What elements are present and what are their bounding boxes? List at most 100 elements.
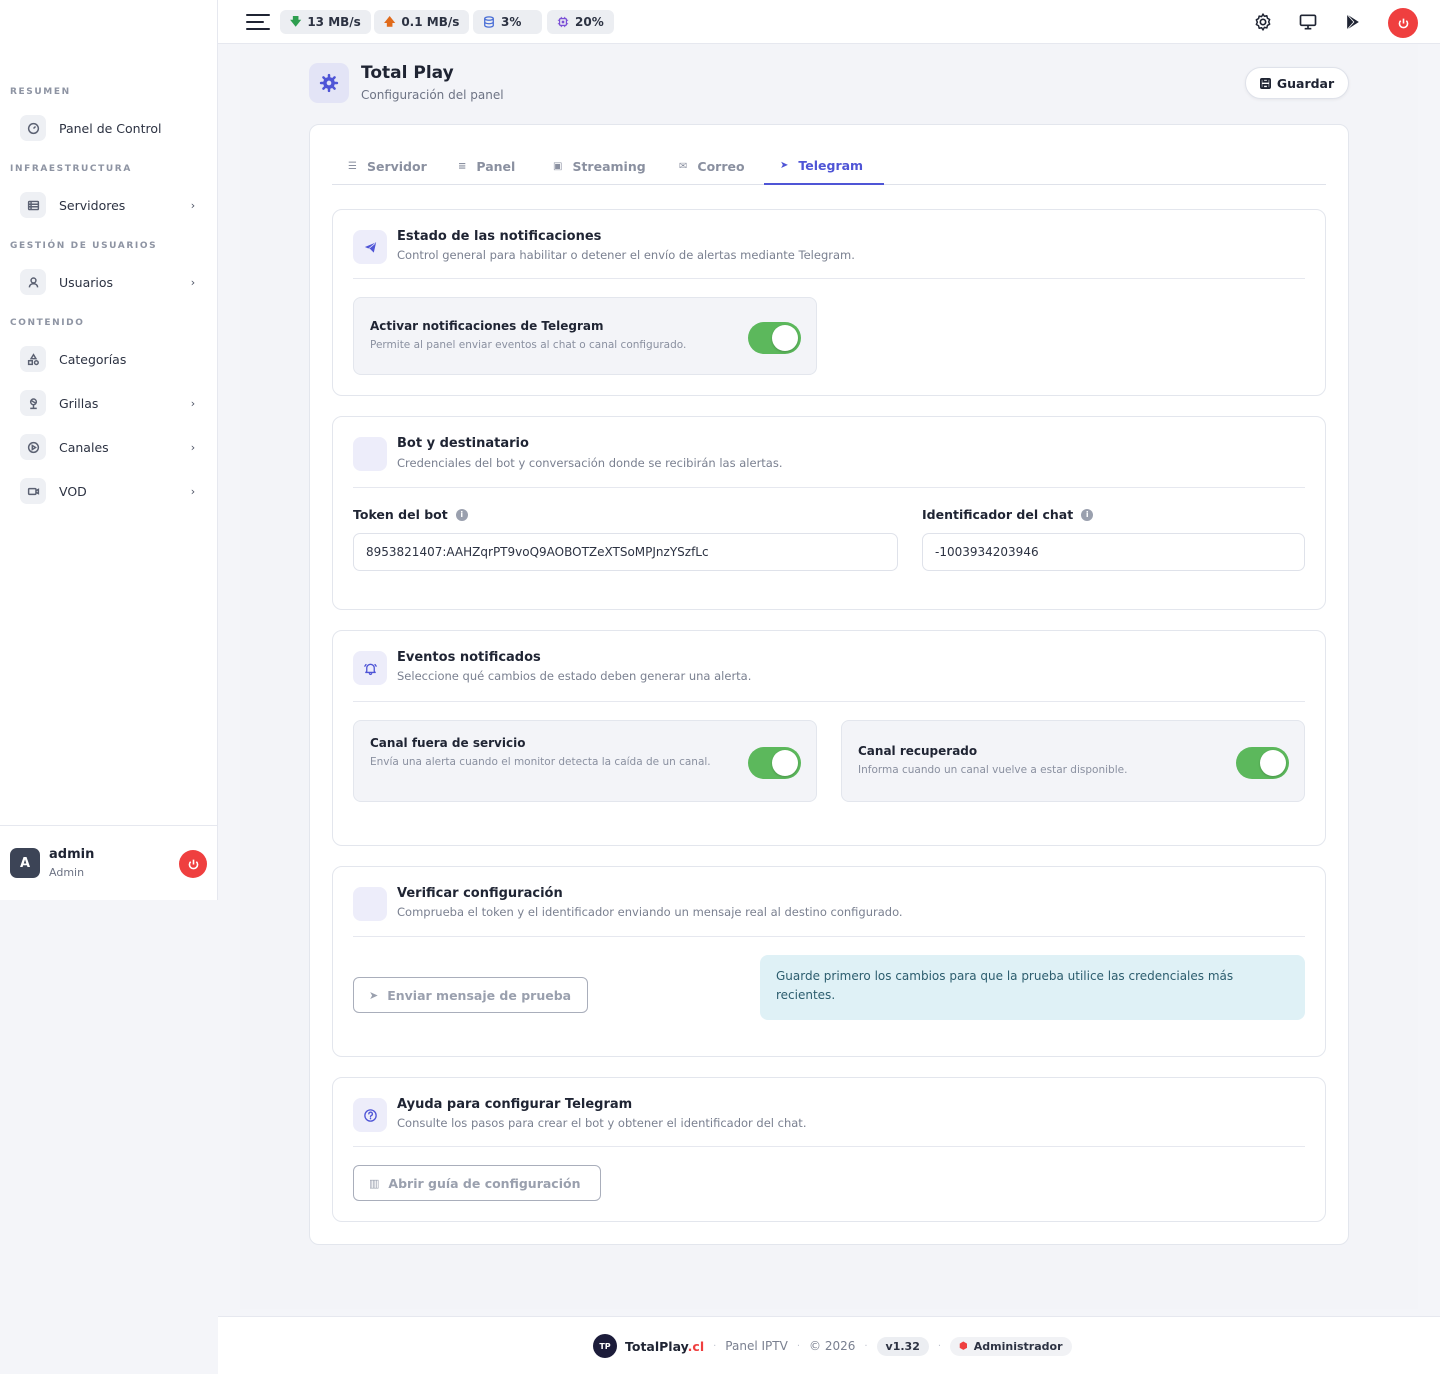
- brand-name-main: TotalPlay: [625, 1338, 688, 1354]
- sidebar-item-usuarios[interactable]: Usuarios ›: [20, 267, 200, 297]
- panel-description: Control general para habilitar o detener…: [397, 248, 855, 262]
- database-icon: [484, 16, 494, 28]
- tab-streaming[interactable]: ▣ Streaming: [553, 147, 646, 185]
- tab-servidor[interactable]: ☰ Servidor: [348, 147, 427, 185]
- notifications-status-panel: Estado de las notificaciones Control gen…: [332, 209, 1326, 396]
- panel-description: Consulte los pasos para crear el bot y o…: [397, 1116, 807, 1130]
- verify-panel: Verificar configuración Comprueba el tok…: [332, 866, 1326, 1057]
- settings-icon: [1255, 13, 1271, 31]
- dashboard-icon: [20, 115, 46, 141]
- brand-name: TotalPlay.cl: [625, 1339, 704, 1354]
- sidebar-item-canales[interactable]: Canales ›: [20, 432, 200, 462]
- video-icon: [20, 478, 46, 504]
- switch-knob: [772, 750, 798, 776]
- button-label: Abrir guía de configuración: [388, 1175, 581, 1191]
- sidebar-item-label: Servidores: [59, 197, 126, 213]
- chat-id-input[interactable]: [922, 533, 1305, 571]
- stream-icon: ▣: [553, 160, 563, 172]
- divider: [353, 701, 1305, 702]
- sidebar-item-servidores[interactable]: Servidores ›: [20, 190, 200, 220]
- footer: TP TotalPlay.cl · Panel IPTV · © 2026 · …: [218, 1316, 1440, 1374]
- telegram-icon: [353, 230, 387, 264]
- info-icon[interactable]: i: [1081, 508, 1094, 521]
- logout-button[interactable]: [179, 850, 207, 878]
- save-icon: [1259, 77, 1271, 89]
- power-icon: [188, 859, 198, 869]
- telegram-notifications-switch[interactable]: [748, 322, 801, 354]
- mail-icon: ✉: [679, 160, 688, 172]
- settings-icon: [309, 63, 349, 103]
- toggle-description: Informa cuando un canal vuelve a estar d…: [858, 764, 1128, 776]
- bot-recipient-panel: Bot y destinatario Credenciales del bot …: [332, 416, 1326, 610]
- chevron-right-icon: ›: [190, 484, 196, 498]
- panel-title: Bot y destinatario: [397, 436, 529, 451]
- shapes-icon: [20, 346, 46, 372]
- download-speed-value: 13 MB/s: [307, 15, 361, 29]
- panel-title: Ayuda para configurar Telegram: [397, 1097, 633, 1112]
- panel-title: Eventos notificados: [397, 650, 541, 665]
- monitor-button[interactable]: [1296, 10, 1320, 34]
- sidebar-item-grillas[interactable]: Grillas ›: [20, 388, 200, 418]
- grid-icon: [20, 390, 46, 416]
- panel-description: Seleccione qué cambios de estado deben g…: [397, 669, 752, 683]
- channel-down-switch[interactable]: [748, 747, 801, 779]
- bell-icon: [353, 651, 387, 685]
- token-label-text: Token del bot: [353, 507, 448, 522]
- save-button-label: Guardar: [1276, 75, 1335, 91]
- save-button[interactable]: Guardar: [1245, 67, 1349, 99]
- chevron-right-icon: ›: [190, 396, 196, 410]
- cpu-usage-value: 20%: [575, 15, 604, 29]
- send-icon: ➤: [369, 988, 379, 1002]
- sidebar-item-panel-de-control[interactable]: Panel de Control: [20, 113, 200, 143]
- sidebar-item-categorias[interactable]: Categorías: [20, 344, 200, 374]
- chevron-right-icon: ›: [190, 275, 196, 289]
- hamburger-line: [246, 14, 270, 16]
- sidebar-item-label: Panel de Control: [59, 120, 162, 136]
- separator: ·: [796, 1340, 800, 1352]
- menu-toggle-button[interactable]: [246, 13, 270, 31]
- info-icon[interactable]: i: [455, 508, 468, 521]
- switch-knob: [772, 325, 798, 351]
- panel-title: Estado de las notificaciones: [397, 229, 602, 244]
- brand-name-suffix: .cl: [687, 1338, 705, 1354]
- cpu-usage-stat: 20%: [547, 10, 614, 34]
- book-icon: ▥: [369, 1176, 380, 1190]
- monitor-icon: [1299, 14, 1317, 30]
- product-name: Panel IPTV: [725, 1339, 788, 1353]
- separator: ·: [713, 1340, 717, 1352]
- token-label: Token del bot i: [353, 507, 468, 522]
- channel-recovered-switch[interactable]: [1236, 747, 1289, 779]
- open-setup-guide-button[interactable]: ▥ Abrir guía de configuración: [353, 1165, 601, 1201]
- logout-button[interactable]: [1388, 8, 1418, 38]
- play-circle-icon: [20, 434, 46, 460]
- sliders-icon: ≡: [458, 160, 467, 172]
- send-test-message-button[interactable]: ➤ Enviar mensaje de prueba: [353, 977, 588, 1013]
- tab-telegram[interactable]: ➤ Telegram: [764, 147, 884, 185]
- channel-recovered-toggle-row: Canal recuperado Informa cuando un canal…: [841, 720, 1305, 802]
- verify-icon: [353, 887, 387, 921]
- hamburger-line: [246, 21, 264, 23]
- toggle-title: Canal recuperado: [858, 744, 978, 758]
- panel-title: Verificar configuración: [397, 886, 563, 901]
- brand-logo: TP: [593, 1334, 617, 1358]
- chevron-right-icon: ›: [190, 440, 196, 454]
- section-label-resumen: RESUMEN: [10, 87, 71, 97]
- separator: ·: [937, 1340, 942, 1352]
- settings-button[interactable]: [1251, 10, 1275, 34]
- toggle-description: Envía una alerta cuando el monitor detec…: [370, 756, 711, 768]
- upload-arrow-icon: 🡅: [384, 14, 396, 28]
- tab-panel[interactable]: ≡ Panel: [458, 147, 515, 185]
- sidebar-item-vod[interactable]: VOD ›: [20, 476, 200, 506]
- button-label: Enviar mensaje de prueba: [387, 987, 572, 1003]
- sidebar-item-label: Grillas: [59, 395, 99, 411]
- role-badge: ⬢ Administrador: [950, 1336, 1072, 1356]
- play-store-button[interactable]: [1341, 10, 1365, 34]
- tab-label: Correo: [697, 158, 745, 174]
- bot-token-input[interactable]: [353, 533, 898, 571]
- server-icon: [20, 192, 46, 218]
- help-icon: [353, 1098, 387, 1132]
- section-label-contenido: CONTENIDO: [10, 318, 85, 328]
- tab-correo[interactable]: ✉ Correo: [679, 147, 745, 185]
- toggle-description: Permite al panel enviar eventos al chat …: [370, 339, 687, 351]
- divider: [353, 487, 1305, 488]
